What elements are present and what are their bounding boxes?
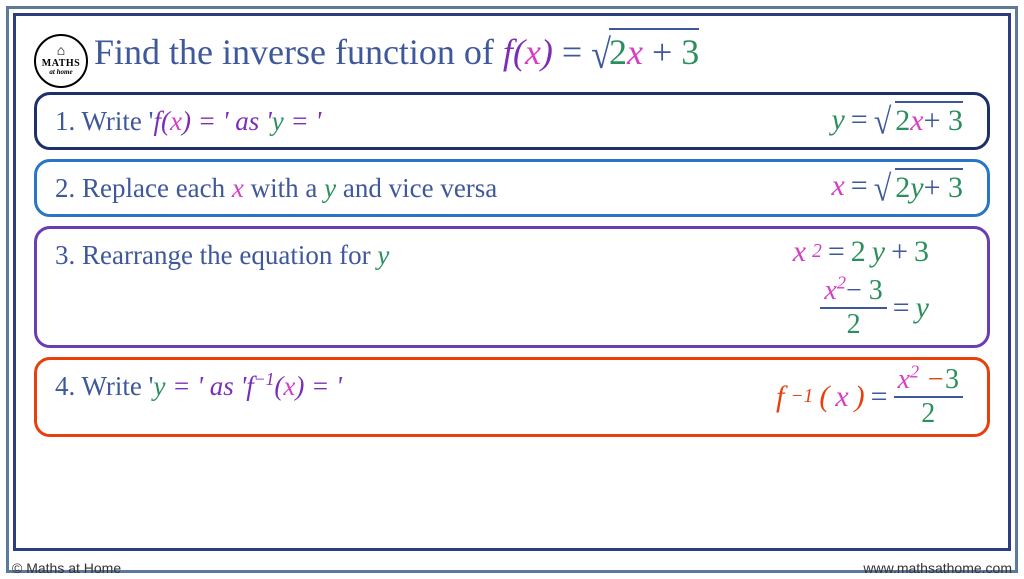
page-title: Find the inverse function of f(x) = √2x … — [94, 28, 699, 73]
logo-text-2: at home — [49, 69, 72, 76]
title-const: 3 — [681, 32, 699, 72]
title-var: x — [525, 32, 541, 72]
step-2-text: 2. Replace each x with a y and vice vers… — [55, 168, 497, 208]
step-2: 2. Replace each x with a y and vice vers… — [34, 159, 990, 217]
footer-url: www.mathsathome.com — [863, 560, 1012, 576]
step-2-equation: x = √2y+ 3 — [831, 168, 969, 205]
footer-copyright: © Maths at Home — [12, 560, 121, 576]
logo-badge: ⌂ MATHS at home — [34, 34, 88, 88]
step-4-equation: f−1(x) = x2 −3 2 — [776, 366, 969, 428]
step-4-text: 4. Write 'y = ' as 'f−1(x) = ' — [55, 366, 342, 406]
logo-text-1: MATHS — [42, 59, 80, 69]
title-coef: 2 — [609, 32, 627, 72]
step-3-text: 3. Rearrange the equation for y — [55, 235, 389, 275]
logo-roof-icon: ⌂ — [57, 45, 65, 59]
step-4: 4. Write 'y = ' as 'f−1(x) = ' f−1(x) = … — [34, 357, 990, 437]
title-prefix: Find the inverse function of — [94, 32, 503, 72]
steps-container: 1. Write 'f(x) = ' as 'y = ' y = √2x+ 3 … — [34, 92, 990, 437]
step-3-equations: x2 = 2y+ 3 x2− 3 2 = y — [793, 235, 969, 339]
step-3: 3. Rearrange the equation for y x2 = 2y+… — [34, 226, 990, 348]
step-1-equation: y = √2x+ 3 — [831, 101, 969, 138]
content-frame: ⌂ MATHS at home Find the inverse functio… — [13, 13, 1011, 551]
step-1-text: 1. Write 'f(x) = ' as 'y = ' — [55, 101, 321, 141]
step-1: 1. Write 'f(x) = ' as 'y = ' y = √2x+ 3 — [34, 92, 990, 150]
title-fn: f — [503, 32, 513, 72]
